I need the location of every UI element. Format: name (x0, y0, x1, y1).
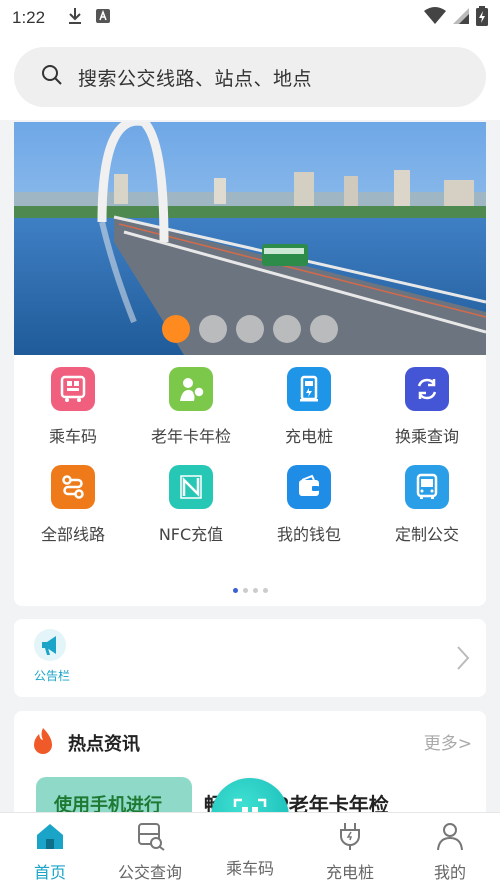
news-more-link[interactable]: 更多> (424, 729, 472, 754)
tab-label: 充电桩 (325, 863, 374, 882)
nfc-icon (169, 465, 213, 509)
wifi-icon (424, 6, 446, 30)
shortcut-pagination (14, 588, 486, 593)
shortcut-page-dot[interactable] (262, 588, 268, 593)
tab-profile[interactable]: 我的 (400, 813, 500, 888)
person-icon (434, 821, 466, 855)
tab-label: 我的 (433, 863, 466, 882)
notice-board[interactable]: 公告栏 (14, 619, 486, 697)
shortcut-all-routes[interactable]: 全部线路 (14, 465, 132, 563)
tab-label: 乘车码 (225, 859, 274, 878)
notice-label: 公告栏 (33, 669, 70, 683)
banner-dot[interactable] (162, 315, 190, 343)
shortcut-wallet[interactable]: 我的钱包 (250, 465, 368, 563)
search-icon (40, 63, 64, 91)
signal-icon (452, 7, 470, 30)
tab-label: 首页 (33, 863, 66, 882)
search-placeholder: 搜索公交线路、站点、地点 (78, 67, 313, 90)
bottom-tab-bar: 首页 公交查询 乘车码 充电桩 我的 (0, 812, 500, 888)
shortcut-page-dot[interactable] (252, 588, 258, 593)
tab-ride-code[interactable]: 乘车码 (200, 813, 300, 888)
news-header: 热点资讯 (32, 727, 140, 759)
shortcut-label: NFC充值 (158, 525, 224, 544)
custom-bus-icon (405, 465, 449, 509)
home-icon (34, 821, 66, 855)
shortcut-label: 定制公交 (394, 525, 459, 544)
status-time: 1:22 (12, 8, 46, 27)
shortcut-label: 全部线路 (40, 525, 105, 544)
tab-label: 公交查询 (117, 863, 182, 882)
app-notification-icon (95, 8, 111, 28)
tab-charging[interactable]: 充电桩 (300, 813, 400, 888)
shortcut-label: 换乘查询 (394, 427, 459, 446)
banner-carousel[interactable] (14, 122, 486, 355)
transfer-query-icon (405, 367, 449, 411)
elderly-card-icon (169, 367, 213, 411)
notice-badge: 公告栏 (24, 629, 80, 689)
qr-code-icon (234, 821, 266, 851)
shortcut-label: 老年卡年检 (150, 427, 231, 446)
shortcut-page-dot[interactable] (232, 588, 238, 593)
shortcut-ride-code[interactable]: 乘车码 (14, 367, 132, 465)
bus-qr-code-icon (51, 367, 95, 411)
shortcut-transfer[interactable]: 换乘查询 (368, 367, 486, 465)
charging-plug-icon (334, 821, 366, 855)
shortcut-label: 乘车码 (48, 427, 97, 446)
download-icon (67, 7, 83, 29)
tab-bus-search[interactable]: 公交查询 (100, 813, 200, 888)
shortcut-elderly-card[interactable]: 老年卡年检 (132, 367, 250, 465)
shortcut-label: 充电桩 (284, 427, 333, 446)
shortcut-custom-bus[interactable]: 定制公交 (368, 465, 486, 563)
banner-pagination (14, 315, 486, 343)
battery-icon (476, 5, 488, 31)
banner-dot[interactable] (310, 315, 338, 343)
tab-home[interactable]: 首页 (0, 813, 100, 888)
flame-icon (32, 727, 54, 759)
shortcut-label: 我的钱包 (276, 525, 341, 544)
all-routes-icon (51, 465, 95, 509)
megaphone-icon (34, 629, 70, 665)
chevron-right-icon (456, 645, 470, 675)
banner-dot[interactable] (236, 315, 264, 343)
wallet-icon (287, 465, 331, 509)
shortcut-nfc[interactable]: NFC充值 (132, 465, 250, 563)
shortcut-grid: 乘车码 老年卡年检 充电桩 换乘查询 全部线路 NFC充值 我的钱包 定制公交 (14, 367, 486, 563)
search-bar[interactable]: 搜索公交线路、站点、地点 (14, 47, 486, 107)
shortcut-page-dot[interactable] (242, 588, 248, 593)
search-header: 搜索公交线路、站点、地点 (0, 36, 500, 120)
news-title: 热点资讯 (68, 734, 140, 755)
home-card: 乘车码 老年卡年检 充电桩 换乘查询 全部线路 NFC充值 我的钱包 定制公交 (14, 122, 486, 606)
shortcut-charging[interactable]: 充电桩 (250, 367, 368, 465)
banner-dot[interactable] (199, 315, 227, 343)
status-bar: 1:22 (0, 0, 500, 36)
bus-search-icon (134, 821, 166, 855)
charging-pile-icon (287, 367, 331, 411)
banner-dot[interactable] (273, 315, 301, 343)
